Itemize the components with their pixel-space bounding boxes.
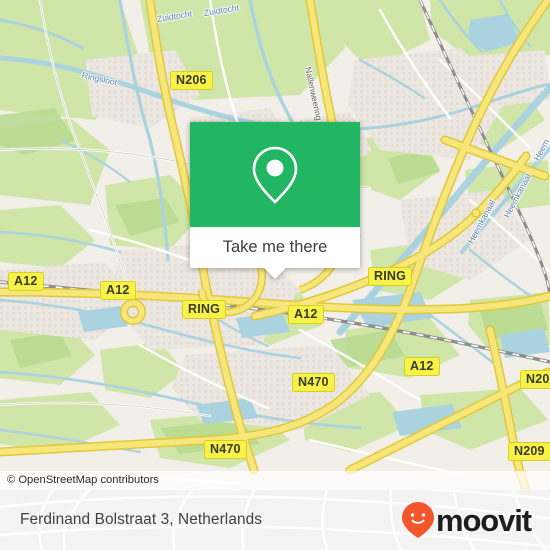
popup-button-label: Take me there [222,238,328,256]
road-shield: N470 [204,440,247,459]
popup-header [190,122,360,227]
road-shield: A12 [288,305,324,324]
take-me-there-popup[interactable]: Take me there [190,122,360,279]
road-shield: A12 [100,281,136,300]
road-shield: N209 [520,370,550,389]
road-shield: A12 [8,272,44,291]
moovit-logo[interactable]: moovit [401,501,532,539]
moovit-smiling-pin-icon [401,502,434,538]
address-label: Ferdinand Bolstraat 3, Netherlands [20,511,263,528]
map-pin-icon [252,146,298,204]
road-shield: RING [182,300,227,319]
popup-pointer [264,268,286,279]
map-canvas[interactable]: N206 A12 A12 RING A12 RING A12 N470 N470 N209 N209… [0,0,550,490]
osm-attribution[interactable]: © OpenStreetMap contributors [0,471,550,490]
footer-bar: Ferdinand Bolstraat 3, Netherlands moovi… [0,490,550,550]
popup-action-button[interactable]: Take me there [190,227,360,268]
moovit-wordmark: moovit [435,502,532,538]
road-shield: N209 [508,442,550,461]
road-shield: N470 [292,373,335,392]
road-shield: RING [368,267,413,286]
road-shield: A12 [404,357,440,376]
road-shield: N206 [170,71,213,90]
